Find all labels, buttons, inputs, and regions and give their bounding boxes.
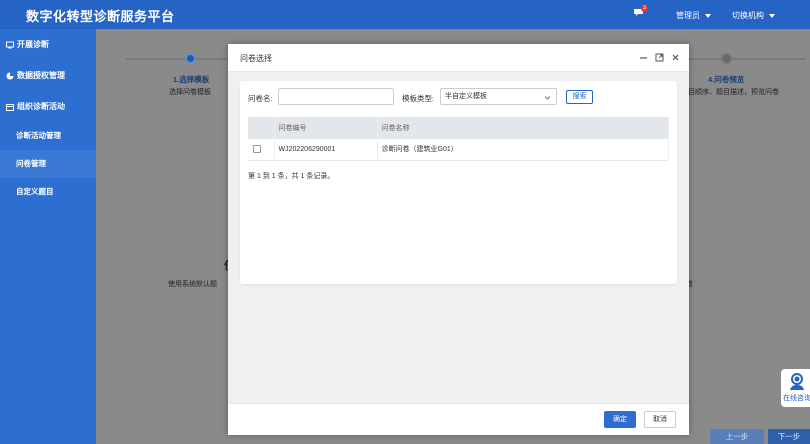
prev-step-button[interactable]: 上一步 (710, 429, 764, 444)
online-consult-label: 在线咨询 (783, 395, 810, 402)
top-bar: 数字化转型诊断服务平台 3 管理员 切换机构 (0, 0, 810, 29)
online-consult-button[interactable]: 在线咨询 (781, 369, 810, 407)
chevron-down-icon (544, 92, 551, 107)
step-4-dot (721, 53, 732, 64)
step-4-label: 4.问卷预览 (708, 75, 745, 84)
confirm-button[interactable]: 确定 (604, 411, 636, 428)
message-badge: 3 (641, 5, 648, 12)
step-1-desc: 选择问卷模板 (169, 89, 211, 96)
template-type-label: 模板类型: (402, 94, 435, 103)
table-row[interactable]: WJ202206290001 诊断问卷（建筑业G01） (248, 139, 669, 161)
template-type-select[interactable]: 半自定义模板 (440, 88, 557, 105)
step-4-desc: 目顺序、题目描述，预览问卷 (688, 89, 779, 96)
dialog-footer: 确定 取消 (228, 403, 689, 435)
header-name: 问卷名称 (377, 117, 669, 139)
questionnaire-table: 问卷编号 问卷名称 WJ202206290001 诊断问卷（建筑业G01） (248, 117, 669, 161)
dialog-header: 问卷选择 (228, 44, 689, 72)
calendar-icon (6, 103, 14, 111)
row-name: 诊断问卷（建筑业G01） (377, 139, 669, 161)
app-title: 数字化转型诊断服务平台 (26, 9, 175, 24)
sidebar-item-org-activity[interactable]: 组织诊断活动 (0, 91, 96, 122)
search-button[interactable]: 搜索 (566, 90, 593, 104)
minimize-icon[interactable] (638, 52, 648, 62)
pagination-info: 第 1 到 1 条，共 1 条记录。 (248, 173, 335, 180)
header-checkbox-cell (248, 117, 275, 139)
table-header-row: 问卷编号 问卷名称 (248, 117, 669, 139)
search-panel: 问卷名: 模板类型: 半自定义模板 搜索 问卷编号 问卷名称 WJ2022062… (240, 81, 677, 284)
maximize-icon[interactable] (654, 52, 664, 62)
questionnaire-select-dialog: 问卷选择 问卷名: 模板类型: 半自定义模板 搜索 问卷编号 问卷名称 WJ20… (228, 44, 689, 435)
next-step-button[interactable]: 下一步 (768, 429, 810, 444)
name-label: 问卷名: (248, 94, 273, 103)
sidebar-subitem-questionnaire-manage[interactable]: 问卷管理 (0, 150, 96, 178)
chevron-down-icon (769, 13, 775, 18)
close-icon[interactable] (670, 52, 680, 62)
pie-chart-icon (6, 72, 14, 80)
sidebar-item-label: 组织诊断活动 (17, 102, 65, 111)
sidebar: 开展诊断 数据授权管理 组织诊断活动 诊断活动管理 问卷管理 自定义题目 (0, 29, 96, 444)
row-checkbox-cell (248, 139, 275, 161)
sidebar-subitem-custom-questions[interactable]: 自定义题目 (0, 178, 96, 206)
row-checkbox[interactable] (253, 145, 261, 154)
step-1-dot (185, 53, 196, 64)
sidebar-subitem-activity-manage[interactable]: 诊断活动管理 (0, 122, 96, 150)
header-code: 问卷编号 (274, 117, 378, 139)
user-label: 管理员 (676, 11, 700, 20)
template-type-value: 半自定义模板 (445, 93, 487, 100)
name-input[interactable] (278, 88, 394, 105)
sidebar-item-data-auth[interactable]: 数据授权管理 (0, 60, 96, 91)
sidebar-item-start-diagnosis[interactable]: 开展诊断 (0, 29, 96, 60)
bg-card-text: 使用系统默认题 (168, 281, 217, 288)
sidebar-item-label: 开展诊断 (17, 40, 49, 49)
row-code: WJ202206290001 (274, 139, 378, 161)
chevron-down-icon (705, 13, 711, 18)
customer-service-icon (781, 373, 810, 393)
cancel-button[interactable]: 取消 (644, 411, 676, 428)
switch-org-label: 切换机构 (732, 11, 764, 20)
dialog-title: 问卷选择 (240, 54, 272, 63)
switch-org-menu[interactable]: 切换机构 (732, 10, 775, 21)
sidebar-item-label: 数据授权管理 (17, 71, 65, 80)
monitor-icon (6, 41, 14, 49)
dialog-controls (638, 52, 680, 62)
step-1-label: 1.选择模板 (173, 75, 210, 84)
user-menu[interactable]: 管理员 (676, 10, 711, 21)
